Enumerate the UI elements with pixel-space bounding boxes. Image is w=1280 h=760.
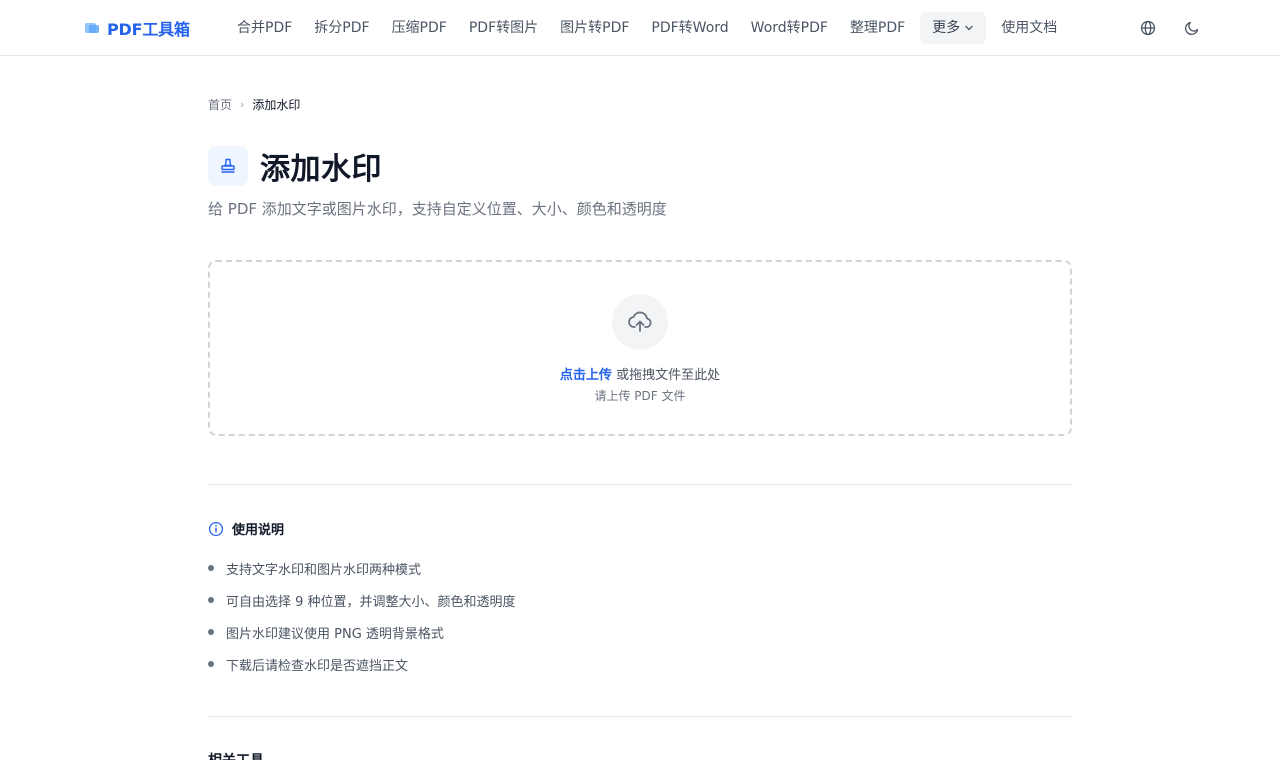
related-tools-title: 相关工具 bbox=[208, 750, 264, 760]
brand-logo-icon bbox=[85, 22, 99, 34]
chevron-down-icon bbox=[965, 25, 973, 31]
upload-click-link[interactable]: 点击上传 bbox=[560, 368, 612, 383]
section-divider bbox=[208, 484, 1072, 485]
header-tools bbox=[1136, 16, 1204, 40]
section-divider bbox=[208, 716, 1072, 717]
bullet-icon bbox=[208, 661, 214, 667]
breadcrumb-separator: › bbox=[240, 98, 245, 111]
nav-more-label: 更多 bbox=[932, 20, 961, 36]
moon-icon bbox=[1184, 21, 1199, 36]
nav-item-organize-pdf[interactable]: 整理PDF bbox=[839, 12, 916, 44]
nav-item-word-to-pdf[interactable]: Word转PDF bbox=[740, 12, 839, 44]
breadcrumb-home-link[interactable]: 首页 bbox=[208, 96, 232, 113]
nav-item-merge-pdf[interactable]: 合并PDF bbox=[226, 12, 303, 44]
upload-drag-text: 或拖拽文件至此处 bbox=[611, 368, 721, 383]
breadcrumb-current: 添加水印 bbox=[252, 98, 301, 112]
brand-link[interactable]: PDF工具箱 bbox=[85, 16, 190, 40]
upload-instruction: 点击上传 或拖拽文件至此处 bbox=[210, 364, 1070, 383]
list-item: 支持文字水印和图片水印两种模式 bbox=[208, 552, 516, 584]
usage-header: 使用说明 bbox=[208, 519, 284, 538]
nav-item-compress-pdf[interactable]: 压缩PDF bbox=[381, 12, 458, 44]
bullet-icon bbox=[208, 629, 214, 635]
list-item-text: 下载后请检查水印是否遮挡正文 bbox=[226, 658, 409, 674]
usage-title: 使用说明 bbox=[232, 523, 285, 538]
list-item: 图片水印建议使用 PNG 透明背景格式 bbox=[208, 616, 516, 648]
nav-item-pdf-to-image[interactable]: PDF转图片 bbox=[458, 12, 549, 44]
list-item: 可自由选择 9 种位置，并调整大小、颜色和透明度 bbox=[208, 584, 516, 616]
list-item-text: 支持文字水印和图片水印两种模式 bbox=[226, 562, 422, 578]
list-item-text: 图片水印建议使用 PNG 透明背景格式 bbox=[226, 626, 444, 642]
breadcrumb: 首页 › 添加水印 bbox=[208, 96, 300, 113]
main-nav: 合并PDF 拆分PDF 压缩PDF PDF转图片 图片转PDF PDF转Word… bbox=[226, 12, 1068, 44]
nav-item-split-pdf[interactable]: 拆分PDF bbox=[303, 12, 380, 44]
upload-hint: 请上传 PDF 文件 bbox=[594, 389, 686, 403]
nav-item-image-to-pdf[interactable]: 图片转PDF bbox=[549, 12, 640, 44]
upload-cloud-icon bbox=[612, 294, 668, 350]
nav-more-dropdown[interactable]: 更多 bbox=[920, 12, 987, 44]
theme-toggle-button[interactable] bbox=[1180, 16, 1204, 40]
top-navigation-bar: PDF工具箱 合并PDF 拆分PDF 压缩PDF PDF转图片 图片转PDF P… bbox=[0, 0, 1280, 56]
nav-item-pdf-to-word[interactable]: PDF转Word bbox=[640, 12, 739, 44]
brand-name: PDF工具箱 bbox=[107, 20, 190, 39]
info-icon bbox=[208, 521, 224, 536]
language-button[interactable] bbox=[1136, 16, 1160, 40]
page-title: 添加水印 bbox=[260, 152, 382, 187]
page-header: 添加水印 bbox=[208, 144, 382, 188]
page-subtitle: 给 PDF 添加文字或图片水印，支持自定义位置、大小、颜色和透明度 bbox=[208, 200, 667, 218]
usage-list: 支持文字水印和图片水印两种模式 可自由选择 9 种位置，并调整大小、颜色和透明度… bbox=[208, 552, 516, 680]
upload-dropzone[interactable]: 点击上传 或拖拽文件至此处 请上传 PDF 文件 bbox=[208, 260, 1072, 436]
list-item: 下载后请检查水印是否遮挡正文 bbox=[208, 648, 516, 680]
globe-icon bbox=[1140, 20, 1156, 36]
bullet-icon bbox=[208, 597, 214, 603]
stamp-icon bbox=[208, 146, 248, 186]
nav-item-docs[interactable]: 使用文档 bbox=[990, 12, 1068, 44]
bullet-icon bbox=[208, 565, 214, 571]
list-item-text: 可自由选择 9 种位置，并调整大小、颜色和透明度 bbox=[226, 594, 516, 610]
